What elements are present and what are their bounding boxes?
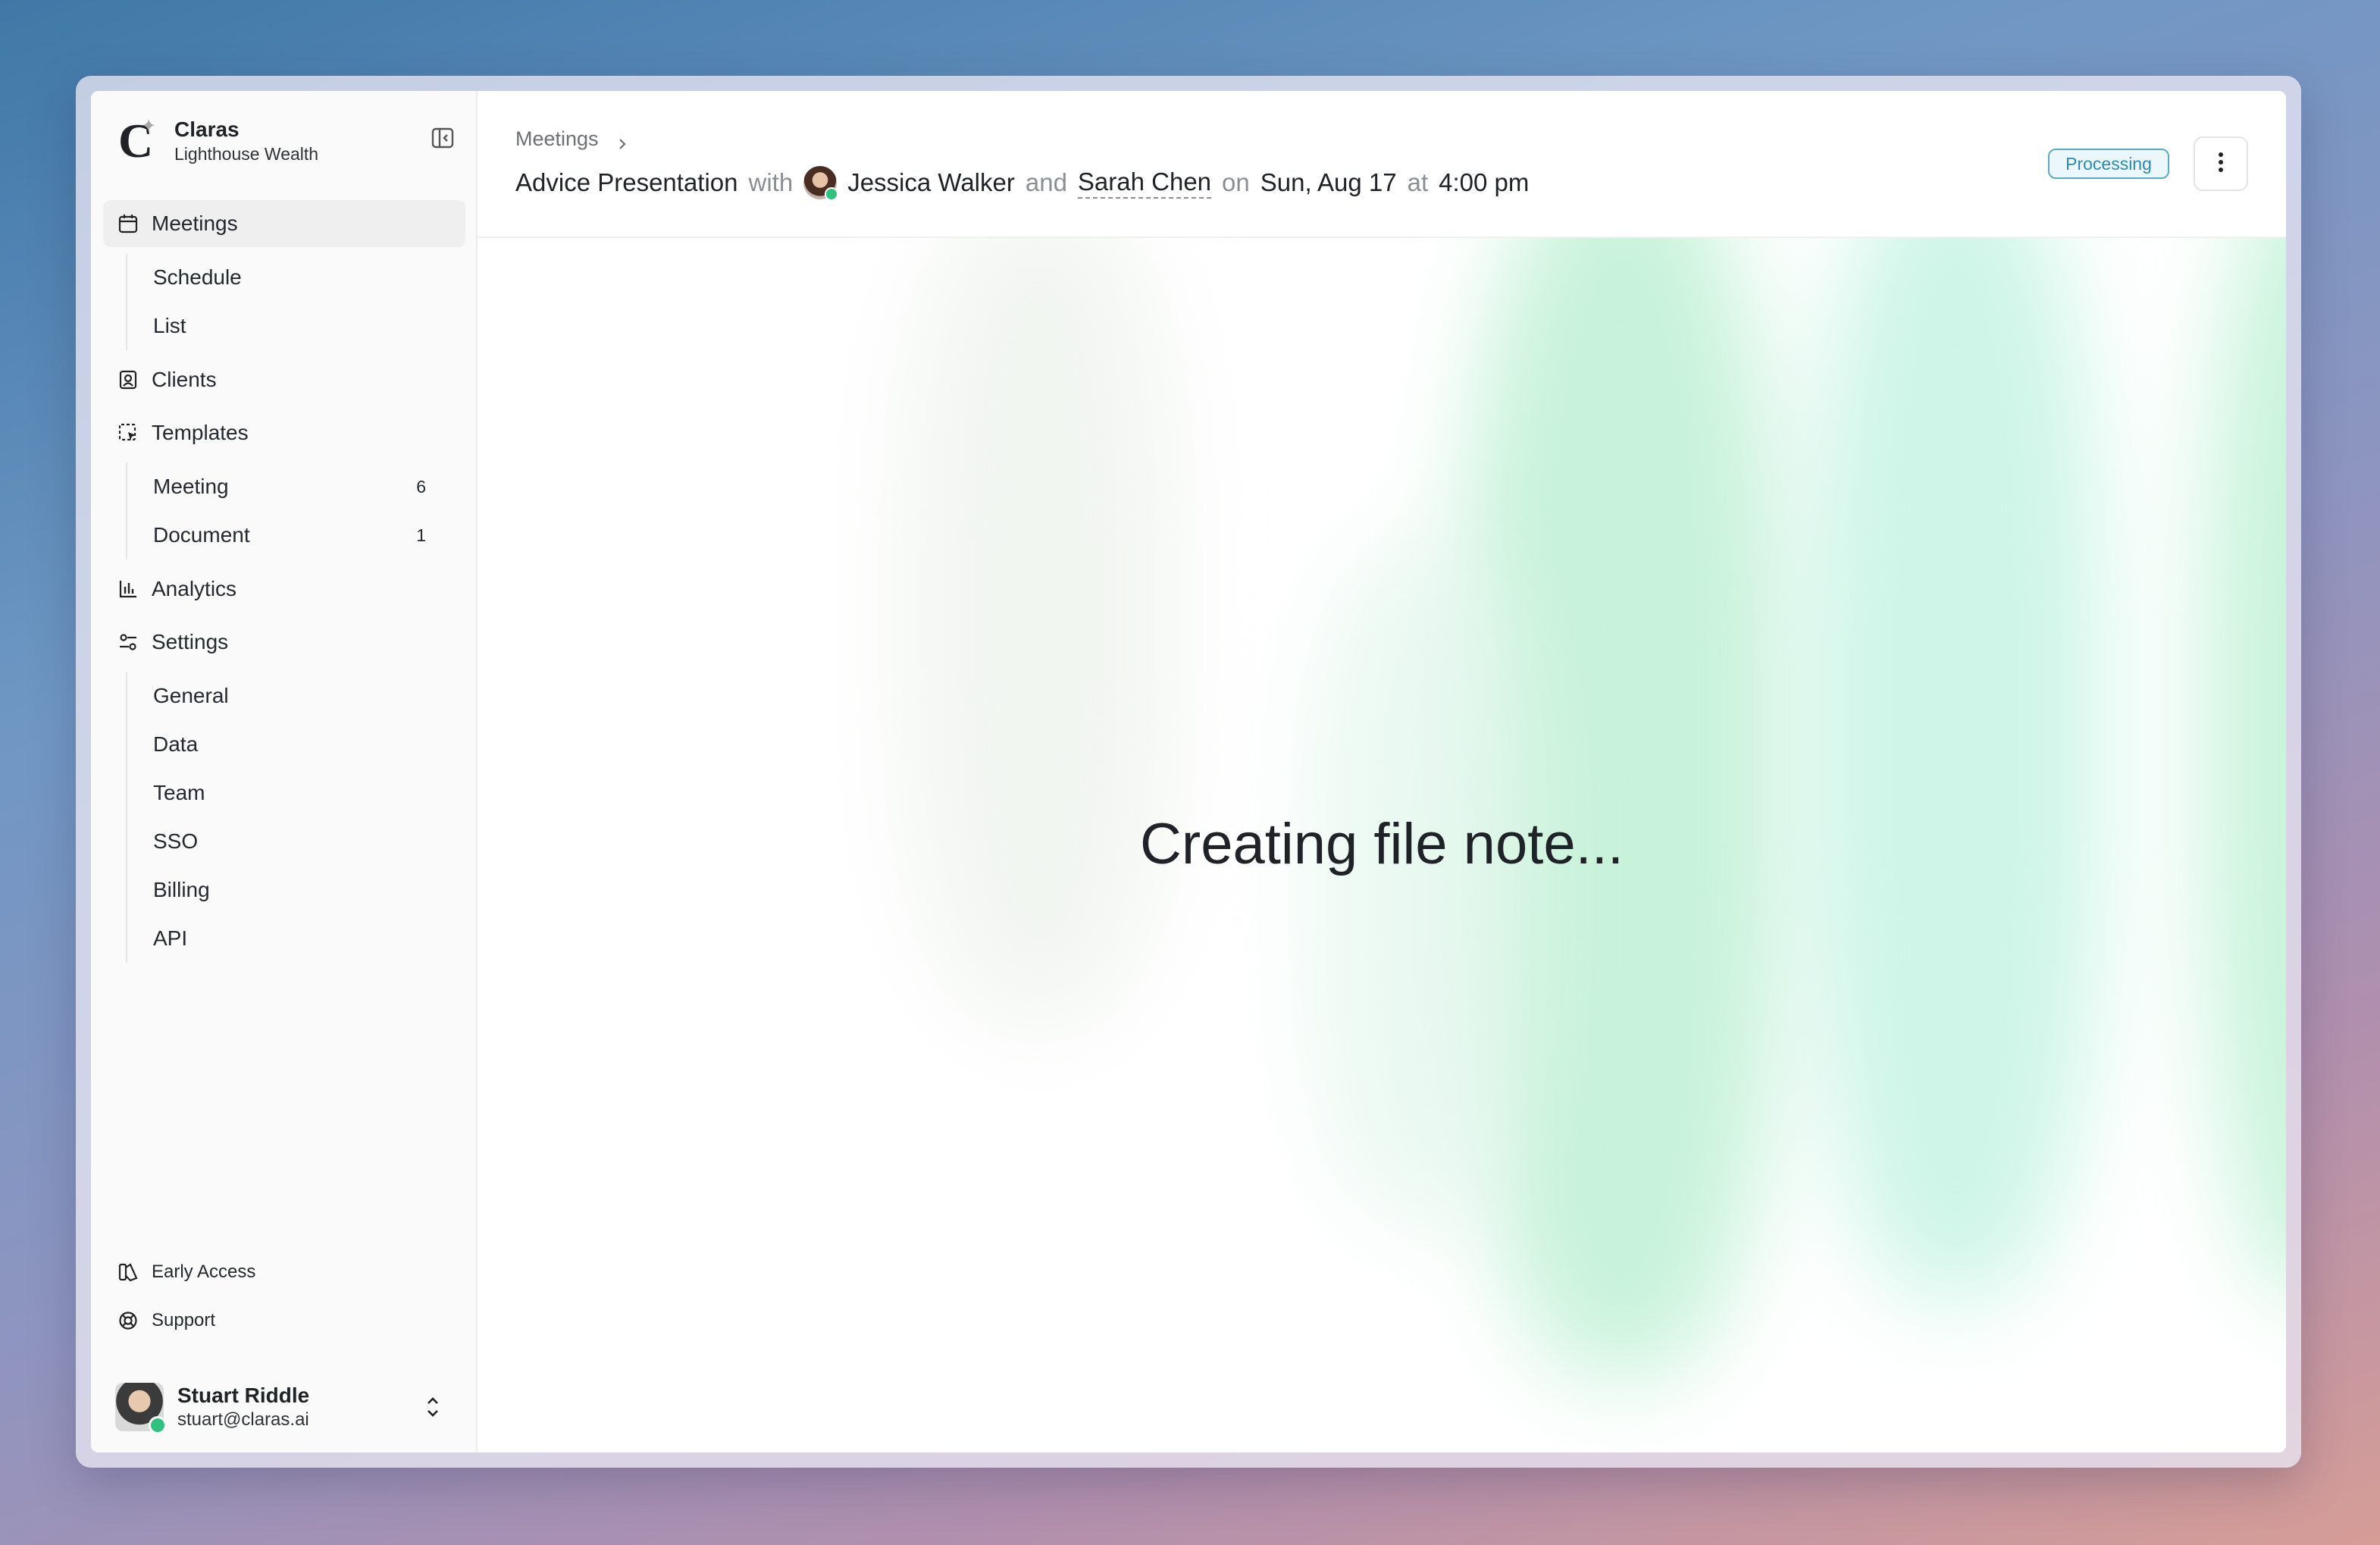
calendar-icon	[117, 212, 139, 235]
meeting-title: Advice Presentation with Jessica Walker …	[515, 164, 1529, 202]
sidebar-subitem-data[interactable]: Data	[127, 720, 465, 769]
sidebar-subitem-general[interactable]: General	[127, 672, 465, 720]
templates-submenu: Meeting 6 Document 1	[126, 462, 465, 559]
processing-area: Creating file note...	[478, 238, 2286, 1453]
brand-org: Lighthouse Wealth	[174, 144, 319, 164]
background-glow	[902, 238, 1175, 1026]
more-options-button[interactable]	[2194, 136, 2248, 191]
support-link[interactable]: Support	[117, 1296, 255, 1345]
contact-icon	[117, 368, 139, 391]
online-status-dot	[149, 1416, 167, 1434]
meeting-name: Advice Presentation	[515, 168, 738, 196]
lifebuoy-icon	[117, 1309, 139, 1332]
processing-status-text: Creating file note...	[1140, 812, 1624, 876]
user-email: stuart@claras.ai	[177, 1409, 309, 1430]
attendee-jessica-walker[interactable]: Jessica Walker	[847, 168, 1015, 197]
sidebar-subitem-schedule[interactable]: Schedule	[127, 253, 465, 302]
sidebar-subitem-list[interactable]: List	[127, 302, 465, 350]
sidebar-subitem-sso[interactable]: SSO	[127, 817, 465, 866]
online-status-dot	[825, 187, 839, 201]
sidebar-nav: Meetings Schedule List Clients Templates	[103, 200, 465, 963]
meeting-time: 4:00 pm	[1439, 168, 1530, 196]
user-name: Stuart Riddle	[177, 1384, 310, 1407]
app-window: C ✦ Claras Lighthouse Wealth Meetings Sc…	[91, 91, 2286, 1453]
sidebar-bottom-links: Early Access Support	[117, 1248, 255, 1345]
attendee-avatar	[803, 166, 839, 201]
template-select-icon	[117, 422, 139, 444]
sidebar-collapse-icon[interactable]	[431, 126, 455, 150]
brand-name: Claras	[174, 118, 240, 141]
sidebar-item-clients[interactable]: Clients	[103, 356, 465, 403]
user-menu[interactable]: Stuart Riddle stuart@claras.ai	[115, 1380, 464, 1434]
sidebar-item-analytics[interactable]: Analytics	[103, 566, 465, 613]
background-glow	[1812, 238, 2100, 1299]
early-access-link[interactable]: Early Access	[117, 1248, 255, 1296]
breadcrumb: Meetings	[515, 127, 629, 151]
sidebar-subitem-billing[interactable]: Billing	[127, 866, 465, 914]
chevron-right-icon	[615, 133, 629, 149]
main-panel: Meetings Advice Presentation with Jessic…	[478, 91, 2286, 1453]
sidebar-subitem-document[interactable]: Document 1	[127, 511, 465, 559]
background-glow	[1311, 541, 1539, 1224]
settings-submenu: General Data Team SSO Billing API	[126, 672, 465, 963]
sidebar-subitem-meeting[interactable]: Meeting 6	[127, 462, 465, 511]
meetings-submenu: Schedule List	[126, 253, 465, 350]
background-glow	[2206, 238, 2286, 1299]
count-badge: 1	[416, 525, 426, 545]
status-badge: Processing	[2048, 149, 2169, 179]
sidebar-subitem-team[interactable]: Team	[127, 769, 465, 817]
avatar	[115, 1383, 167, 1434]
sidebar-item-templates[interactable]: Templates	[103, 409, 465, 456]
sidebar-item-settings[interactable]: Settings	[103, 619, 465, 666]
brand: C ✦ Claras Lighthouse Wealth	[118, 114, 319, 168]
meeting-date: Sun, Aug 17	[1260, 168, 1397, 196]
sidebar-item-label: Meetings	[152, 212, 238, 235]
bar-chart-icon	[117, 578, 139, 600]
vertical-dots-icon	[2218, 152, 2224, 177]
claras-logo: C ✦	[118, 114, 157, 168]
settings-sliders-icon	[117, 631, 139, 653]
sidebar-subitem-api[interactable]: API	[127, 914, 465, 963]
sidebar-item-meetings[interactable]: Meetings	[103, 200, 465, 247]
sparkle-icon: ✦	[141, 116, 157, 136]
early-access-icon	[117, 1261, 139, 1283]
sidebar: C ✦ Claras Lighthouse Wealth Meetings Sc…	[91, 91, 478, 1453]
meeting-header: Meetings Advice Presentation with Jessic…	[478, 91, 2286, 238]
count-badge: 6	[416, 476, 426, 497]
breadcrumb-meetings-link[interactable]: Meetings	[515, 127, 599, 151]
chevron-up-down-icon[interactable]	[421, 1393, 444, 1421]
attendee-sarah-chen[interactable]: Sarah Chen	[1077, 167, 1212, 199]
